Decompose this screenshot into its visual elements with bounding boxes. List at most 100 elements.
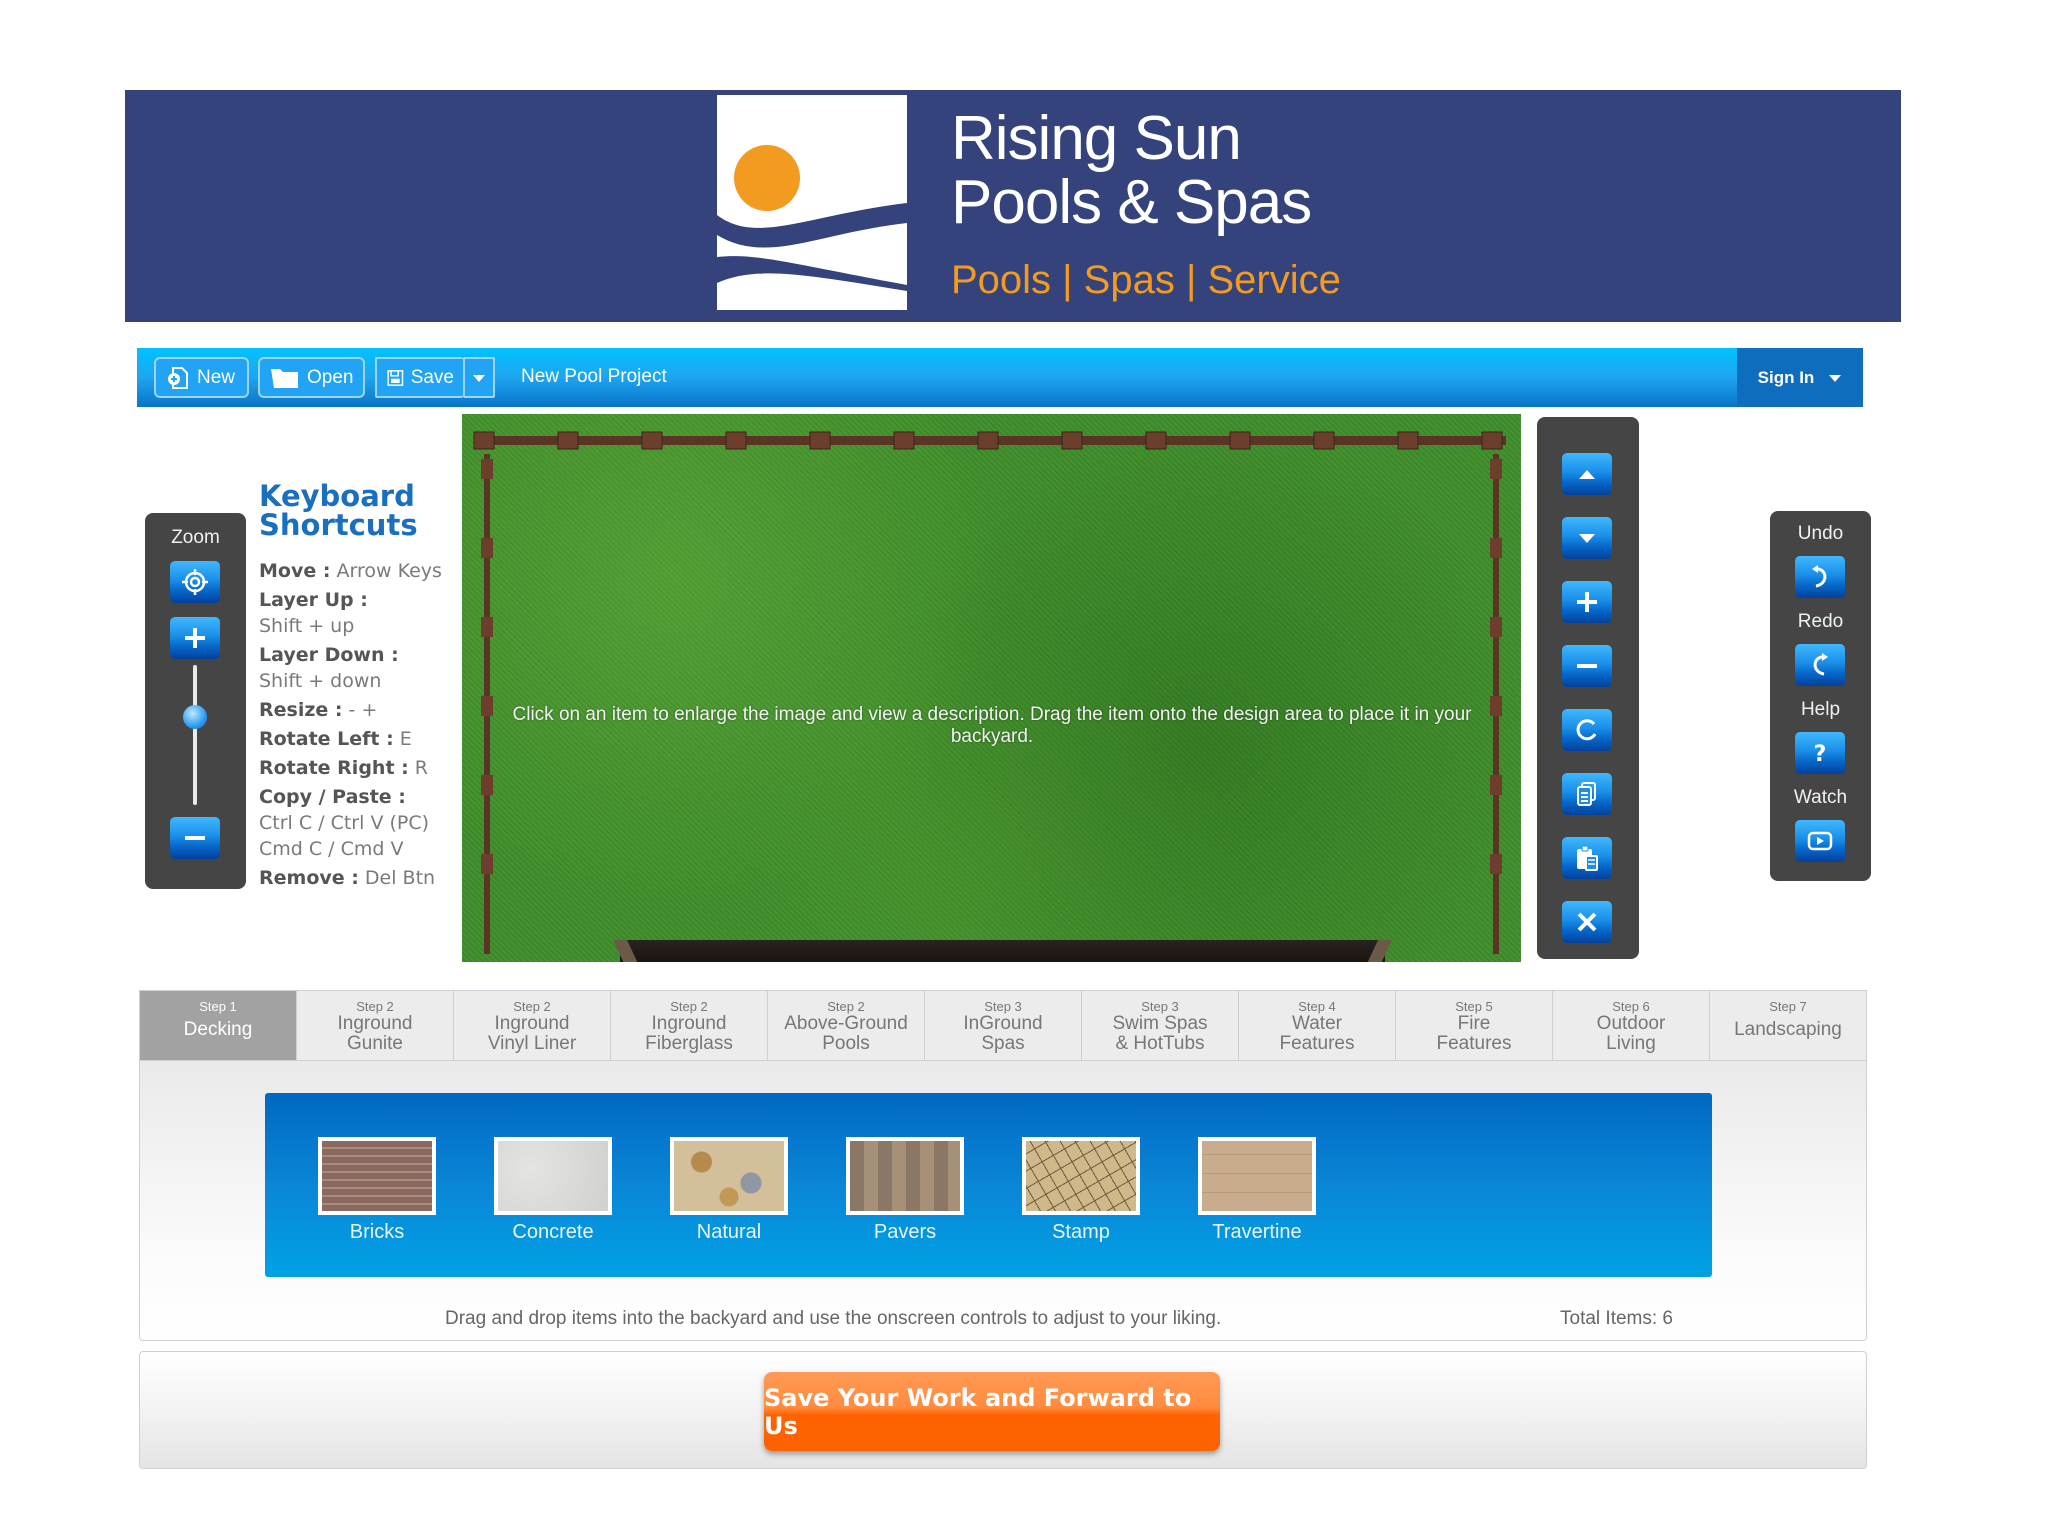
step-name: Above-Ground Pools (784, 1013, 908, 1054)
step-number: Step 6 (1612, 999, 1650, 1014)
step-tab[interactable]: Step 2 Above-Ground Pools (768, 991, 925, 1060)
step-number: Step 1 (199, 999, 237, 1014)
save-options-dropdown[interactable] (463, 357, 495, 398)
item-stamp[interactable]: Stamp (1022, 1137, 1140, 1244)
shortcut-value: Shift + up (259, 615, 355, 637)
zoom-slider-thumb[interactable] (183, 704, 207, 729)
fence-post (481, 854, 493, 874)
floppy-disk-icon (387, 369, 404, 386)
fence-post (893, 431, 915, 450)
item-concrete[interactable]: Concrete (494, 1137, 612, 1244)
save-and-forward-button[interactable]: Save Your Work and Forward to Us (764, 1372, 1220, 1451)
fence-post (557, 431, 579, 450)
step-tab[interactable]: Step 3 Swim Spas & HotTubs (1082, 991, 1239, 1060)
copy-button[interactable] (1562, 773, 1612, 815)
shortcut-item: Rotate Right : R (259, 755, 459, 781)
step-number: Step 3 (1141, 999, 1179, 1014)
item-pavers[interactable]: Pavers (846, 1137, 964, 1244)
step-tab[interactable]: Step 6 Outdoor Living (1553, 991, 1710, 1060)
play-video-icon (1807, 831, 1833, 851)
step-name: Inground Gunite (337, 1013, 413, 1054)
save-button-label: Save (410, 366, 454, 388)
shortcut-key: Resize : (259, 699, 343, 721)
redo-icon (1813, 653, 1828, 676)
step-tab[interactable]: Step 2 Inground Vinyl Liner (454, 991, 611, 1060)
items-help-text: Drag and drop items into the backyard an… (445, 1308, 1222, 1329)
logo (717, 95, 907, 310)
object-controls-panel (1537, 417, 1639, 959)
plus-icon (185, 628, 205, 648)
zoom-center-button[interactable] (170, 561, 220, 603)
new-button[interactable]: New (154, 357, 249, 398)
zoom-out-button[interactable] (170, 817, 220, 859)
step-tab[interactable]: Step 7 Landscaping (1710, 991, 1866, 1060)
title-line: Shortcuts (259, 508, 418, 542)
copy-icon (1577, 782, 1596, 806)
zoom-in-button[interactable] (170, 617, 220, 659)
remove-button[interactable] (1562, 901, 1612, 943)
step-tab[interactable]: Step 3 InGround Spas (925, 991, 1082, 1060)
item-label: Natural (696, 1221, 762, 1243)
item-travertine[interactable]: Travertine (1198, 1137, 1316, 1244)
step-name: Landscaping (1734, 1019, 1842, 1040)
undo-button[interactable] (1795, 556, 1845, 598)
item-label: Travertine (1212, 1221, 1302, 1243)
fence-post (1490, 775, 1502, 795)
rotate-button[interactable] (1562, 709, 1612, 751)
layer-down-button[interactable] (1562, 517, 1612, 559)
zoom-slider-track[interactable] (193, 665, 197, 805)
fence-post (473, 431, 495, 450)
enlarge-button[interactable] (1562, 581, 1612, 623)
svg-text:?: ? (1814, 742, 1827, 767)
fence-post (1490, 854, 1502, 874)
undo-label: Undo (1797, 523, 1844, 544)
step-tab[interactable]: Step 2 Inground Gunite (297, 991, 454, 1060)
shortcut-list: Move : Arrow Keys Layer Up : Shift + up Lay… (259, 558, 459, 891)
item-natural[interactable]: Natural (670, 1137, 788, 1244)
fence-post (481, 538, 493, 558)
layer-up-button[interactable] (1562, 453, 1612, 495)
step-number: Step 4 (1298, 999, 1336, 1014)
project-name[interactable]: New Pool Project (521, 366, 667, 388)
zoom-label: Zoom (171, 527, 220, 548)
fence-post (1313, 431, 1335, 450)
paste-button[interactable] (1562, 837, 1612, 879)
item-label: Bricks (349, 1221, 405, 1243)
item-bricks[interactable]: Bricks (318, 1137, 436, 1244)
items-panel: Bricks Concrete Natural Pavers Stamp Traverti… (265, 1093, 1712, 1277)
redo-button[interactable] (1795, 644, 1845, 686)
step-number: Step 3 (984, 999, 1022, 1014)
caret-down-icon (1829, 374, 1842, 382)
fence (473, 431, 1506, 954)
shortcut-key: Remove : (259, 867, 359, 889)
step-tab[interactable]: Step 2 Inground Fiberglass (611, 991, 768, 1060)
shortcut-item: Resize : - + (259, 697, 459, 723)
help-button[interactable]: ? (1795, 732, 1845, 774)
step-tab[interactable]: Step 5 Fire Features (1396, 991, 1553, 1060)
watch-video-button[interactable] (1795, 820, 1845, 862)
fence-post (481, 775, 493, 795)
title-line: Keyboard (259, 479, 415, 513)
shortcut-item: Copy / Paste : Ctrl C / Ctrl V (PC) Cmd C… (259, 784, 459, 862)
step-tab[interactable]: Step 1 Decking (140, 991, 297, 1060)
footer-section: Save Your Work and Forward to Us (139, 1351, 1867, 1469)
sign-in-button[interactable]: Sign In (1737, 348, 1863, 407)
open-button[interactable]: Open (258, 357, 365, 398)
sun-wave-logo-icon (717, 95, 907, 310)
shortcut-item: Remove : Del Btn (259, 865, 459, 891)
step-tab[interactable]: Step 4 Water Features (1239, 991, 1396, 1060)
help-label: Help (1800, 699, 1841, 720)
shrink-button[interactable] (1562, 645, 1612, 687)
keyboard-shortcuts-title: Keyboard Shortcuts (259, 482, 459, 540)
design-canvas[interactable]: Click on an item to enlarge the image an… (462, 414, 1521, 962)
fence-post (1397, 431, 1419, 450)
fence-post (809, 431, 831, 450)
shortcut-item: Rotate Left : E (259, 726, 459, 752)
fence-post (641, 431, 663, 450)
save-button[interactable]: Save (375, 357, 463, 398)
fence-post (1061, 431, 1083, 450)
shortcut-value: Del Btn (364, 867, 436, 889)
items-section: Bricks Concrete Natural Pavers Stamp Traverti… (139, 1060, 1867, 1341)
shortcut-item: Layer Up : Shift + up (259, 587, 459, 639)
fence-post (1229, 431, 1251, 450)
